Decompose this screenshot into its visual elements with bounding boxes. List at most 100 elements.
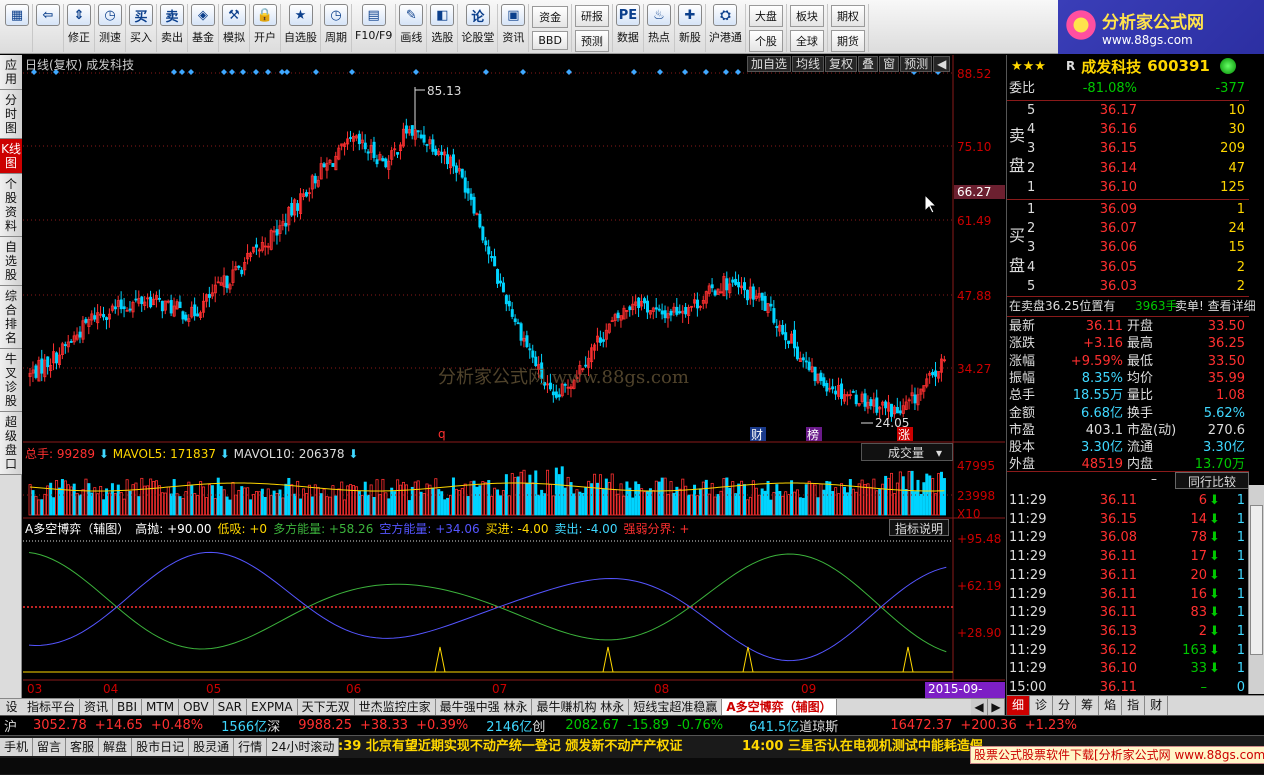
- toolbar-button-back-arrow-icon[interactable]: ⇦: [33, 4, 64, 52]
- chart-control-button[interactable]: 叠: [858, 56, 879, 72]
- toolbar-small-button[interactable]: 全球: [789, 29, 824, 52]
- toolbar-button-pen-icon[interactable]: ✎ 画线: [396, 4, 428, 52]
- current-price-value: 66.27: [957, 185, 991, 199]
- scroll-left-icon[interactable]: ◀: [971, 699, 988, 715]
- status-button[interactable]: 客服: [66, 738, 100, 756]
- toolbar-small-button[interactable]: 大盘: [748, 4, 783, 27]
- toolbar-button-clock-icon[interactable]: ◷ 测速: [95, 4, 126, 52]
- buy-level: 4: [1027, 259, 1036, 275]
- left-nav-item[interactable]: 综合排名: [0, 286, 22, 349]
- toolbar-button-clock-icon[interactable]: ◷ 周期: [321, 4, 352, 52]
- left-nav-item[interactable]: 分时图: [0, 90, 22, 139]
- marker-zhang[interactable]: 涨: [898, 427, 910, 442]
- marker-bang[interactable]: 榜: [807, 427, 819, 442]
- panel-tab[interactable]: 细: [1007, 696, 1031, 715]
- indicator-help-button[interactable]: 指标说明: [889, 519, 949, 536]
- left-nav-item[interactable]: 自选股: [0, 237, 22, 286]
- indicator-tab[interactable]: MTM: [142, 699, 180, 715]
- status-button[interactable]: 24小时滚动: [267, 738, 340, 756]
- panel-tab[interactable]: 指: [1122, 696, 1146, 715]
- left-nav-item[interactable]: 牛叉诊股: [0, 349, 22, 412]
- news-ticker-2[interactable]: 14:00 三星否认在电视机测试中能耗造假: [742, 738, 983, 756]
- toolbar-button-f10-icon[interactable]: ▤ F10/F9: [352, 4, 397, 52]
- indicator-tab[interactable]: SAR: [214, 699, 248, 715]
- toolbar-button-ipo-icon[interactable]: ✚ 新股: [675, 4, 706, 52]
- quote-key: 金额: [1009, 405, 1036, 421]
- panel-tab[interactable]: 财: [1145, 696, 1169, 715]
- indicator-tab[interactable]: EXPMA: [247, 699, 298, 715]
- toolbar-small-button[interactable]: 研报: [574, 4, 609, 27]
- indicator-tab[interactable]: OBV: [179, 699, 214, 715]
- toolbar-button-hammer-icon[interactable]: ⚒ 模拟: [219, 4, 250, 52]
- chart-canvas[interactable]: 88.5275.1061.4947.8834.2766.2785.1324.05…: [23, 55, 1005, 698]
- volume-bar: [410, 486, 414, 516]
- toolbar-button-star-icon[interactable]: ★ 自选股: [281, 4, 321, 52]
- toolbar-small-button[interactable]: 预测: [574, 29, 609, 52]
- panel-tab[interactable]: 焰: [1099, 696, 1123, 715]
- chart-control-button[interactable]: 复权: [825, 56, 858, 72]
- peer-compare-button[interactable]: 同行比较: [1175, 472, 1249, 489]
- toolbar-button-pe-icon[interactable]: PE 数据: [613, 4, 644, 52]
- indicator-tab[interactable]: 天下无双: [298, 699, 355, 715]
- chart-control-button[interactable]: ◀: [933, 56, 951, 72]
- left-nav-item[interactable]: 应用: [0, 55, 22, 90]
- chart-control-button[interactable]: 均线: [792, 56, 825, 72]
- volume-indicator-select[interactable]: 成交量 ▾: [861, 443, 953, 461]
- toolbar-button-forum-icon[interactable]: 论论股堂: [458, 4, 499, 52]
- indicator-tab[interactable]: 资讯: [80, 699, 114, 715]
- toolbar-small-button[interactable]: BBD: [532, 31, 568, 50]
- panel-tab[interactable]: 分: [1053, 696, 1077, 715]
- indicator-tab[interactable]: 指标平台: [23, 699, 81, 715]
- chart-control-button[interactable]: 预测: [900, 56, 933, 72]
- chart-control-button[interactable]: 加自选: [747, 56, 792, 72]
- toolbar-button-hk-icon[interactable]: ⛭ 沪港通: [706, 4, 746, 52]
- panel-tab[interactable]: 筹: [1076, 696, 1100, 715]
- quote-row: 金额 6.68亿 换手 5.62%: [1007, 404, 1249, 421]
- toolbar-small-button[interactable]: 期权: [830, 4, 865, 27]
- candle-body: [396, 152, 400, 155]
- status-button[interactable]: 留言: [33, 738, 67, 756]
- marker-cai[interactable]: 财: [751, 428, 763, 442]
- scroll-right-icon[interactable]: ▶: [988, 699, 1005, 715]
- tick-scrollbar[interactable]: [1248, 485, 1264, 694]
- globe-icon[interactable]: [1219, 58, 1236, 74]
- settings-tab[interactable]: 设置: [0, 698, 23, 730]
- toolbar-button-grid-icon[interactable]: ▦: [2, 4, 33, 52]
- volume-axis-label: X10: [957, 507, 981, 521]
- signal-diamond: [413, 69, 419, 75]
- left-nav-item[interactable]: K线图: [0, 139, 22, 174]
- bottom-ad-link[interactable]: 股票公式股票软件下载[分析家公式网 www.88gs.com]: [970, 746, 1264, 764]
- toolbar-small-button[interactable]: 板块: [789, 4, 824, 27]
- indicator-tab[interactable]: BBI: [113, 699, 143, 715]
- toolbar-small-button[interactable]: 个股: [748, 29, 783, 52]
- toolbar-button-hot-icon[interactable]: ♨ 热点: [644, 4, 675, 52]
- indicator-tab[interactable]: 最牛赚机构 林永: [532, 699, 630, 715]
- chart-control-button[interactable]: 窗: [879, 56, 900, 72]
- status-button[interactable]: 手机: [0, 738, 34, 756]
- toolbar-small-button[interactable]: 资金: [532, 6, 568, 28]
- sh-value: 3052.78: [33, 718, 87, 733]
- scroll-thumb[interactable]: [1250, 505, 1263, 655]
- indicator-tab[interactable]: 短线宝超准稳赢: [629, 699, 723, 715]
- minus-icon[interactable]: –: [1151, 472, 1157, 486]
- left-nav-item[interactable]: 超级盘口: [0, 412, 22, 475]
- toolbar-button-up-down-arrow-icon[interactable]: ⇕ 修正: [64, 4, 95, 52]
- kline-chart-area[interactable]: 88.52 75.10 61.49 47.88 34.27 66.27 85.13 24.05…: [23, 55, 1005, 713]
- indicator-tab[interactable]: A多空博弈（辅图）: [722, 699, 837, 715]
- toolbar-button-select-icon[interactable]: ◧ 选股: [427, 4, 459, 52]
- volume-bar: [784, 491, 788, 516]
- status-button[interactable]: 解盘: [99, 738, 133, 756]
- toolbar-small-button[interactable]: 期货: [830, 29, 865, 52]
- indicator-tab[interactable]: 世杰监控庄家: [355, 699, 436, 715]
- toolbar-button-fund-icon[interactable]: ◈ 基金: [188, 4, 219, 52]
- toolbar-button-sell-icon[interactable]: 卖卖出: [157, 4, 188, 52]
- toolbar-button-buy-icon[interactable]: 买买入: [126, 4, 157, 52]
- toolbar-button-lock-icon[interactable]: 🔒 开户: [250, 4, 281, 52]
- toolbar-button-news-icon[interactable]: ▣ 资讯: [498, 4, 530, 52]
- panel-tab[interactable]: 诊: [1030, 696, 1054, 715]
- left-nav-item[interactable]: 个股资料: [0, 174, 22, 237]
- status-button[interactable]: 股市日记: [132, 738, 190, 756]
- status-button[interactable]: 行情: [234, 738, 268, 756]
- status-button[interactable]: 股灵通: [189, 738, 235, 756]
- indicator-tab[interactable]: 最牛强中强 林永: [436, 699, 533, 715]
